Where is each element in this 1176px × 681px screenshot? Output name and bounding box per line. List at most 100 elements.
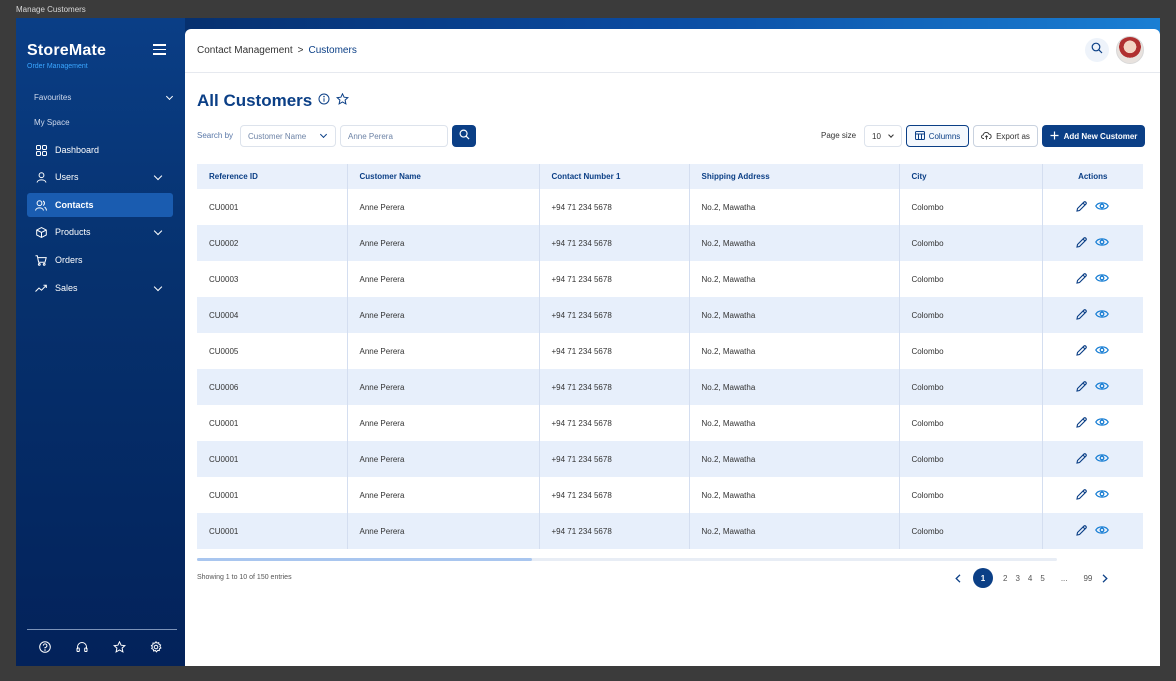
view-eye-icon[interactable] xyxy=(1095,273,1110,285)
cell-contact-number: +94 71 234 5678 xyxy=(539,477,690,513)
cloud-upload-icon xyxy=(981,131,992,142)
edit-pencil-icon[interactable] xyxy=(1076,524,1087,538)
sidebar-item-label: Contacts xyxy=(55,200,94,210)
edit-pencil-icon[interactable] xyxy=(1076,452,1087,466)
table-row[interactable]: CU0004 Anne Perera +94 71 234 5678 No.2, Ma… xyxy=(197,297,1143,333)
view-eye-icon[interactable] xyxy=(1095,525,1110,537)
edit-pencil-icon[interactable] xyxy=(1076,380,1087,394)
next-page-button[interactable] xyxy=(1102,573,1109,583)
horizontal-scrollbar[interactable] xyxy=(197,558,1057,561)
column-header-reference-id[interactable]: Reference ID xyxy=(197,164,348,189)
edit-pencil-icon[interactable] xyxy=(1076,308,1087,322)
cart-icon xyxy=(35,254,47,266)
page-button-2[interactable]: 2 xyxy=(1003,574,1007,583)
sidebar-item-orders[interactable]: Orders xyxy=(27,248,173,272)
edit-pencil-icon[interactable] xyxy=(1076,272,1087,286)
edit-pencil-icon[interactable] xyxy=(1076,344,1087,358)
sidebar-item-users[interactable]: Users xyxy=(27,165,173,189)
search-submit-button[interactable] xyxy=(452,125,476,147)
brand-logo[interactable]: StoreMate Order Management xyxy=(27,42,106,70)
filter-toolbar: Search by Customer Name Page size 10 xyxy=(197,125,1145,147)
table-row[interactable]: CU0001 Anne Perera +94 71 234 5678 No.2, Ma… xyxy=(197,477,1143,513)
page-button-last[interactable]: 99 xyxy=(1083,574,1092,583)
cell-actions xyxy=(1042,405,1143,441)
column-header-city[interactable]: City xyxy=(899,164,1043,189)
star-icon[interactable] xyxy=(112,640,126,654)
scrollbar-thumb[interactable] xyxy=(197,558,533,561)
page-button-5[interactable]: 5 xyxy=(1040,574,1044,583)
cell-shipping-address: No.2, Mawatha xyxy=(689,369,900,405)
table-row[interactable]: CU0003 Anne Perera +94 71 234 5678 No.2, Ma… xyxy=(197,261,1143,297)
cell-contact-number: +94 71 234 5678 xyxy=(539,369,690,405)
sidebar-item-label: Users xyxy=(55,172,79,182)
cell-shipping-address: No.2, Mawatha xyxy=(689,189,900,225)
pagination: 1 2 3 4 5 ... 99 xyxy=(949,568,1114,588)
sidebar-item-contacts[interactable]: Contacts xyxy=(27,193,173,217)
page-button-4[interactable]: 4 xyxy=(1028,574,1032,583)
favourites-label: Favourites xyxy=(34,93,72,102)
customers-table: Reference ID Customer Name Contact Numbe… xyxy=(197,164,1143,549)
gear-icon[interactable] xyxy=(149,640,163,654)
cell-city: Colombo xyxy=(899,477,1043,513)
table-row[interactable]: CU0001 Anne Perera +94 71 234 5678 No.2, Ma… xyxy=(197,513,1143,549)
cell-city: Colombo xyxy=(899,405,1043,441)
favorite-star-icon[interactable] xyxy=(336,92,350,110)
sidebar-item-label: Dashboard xyxy=(55,145,100,155)
search-field-select[interactable]: Customer Name xyxy=(240,125,336,147)
column-header-shipping-address[interactable]: Shipping Address xyxy=(689,164,900,189)
edit-pencil-icon[interactable] xyxy=(1076,416,1087,430)
sidebar-item-products[interactable]: Products xyxy=(27,220,173,244)
view-eye-icon[interactable] xyxy=(1095,309,1110,321)
cell-actions xyxy=(1042,369,1143,405)
view-eye-icon[interactable] xyxy=(1095,381,1110,393)
cell-actions xyxy=(1042,477,1143,513)
favourites-section[interactable]: Favourites xyxy=(34,92,174,102)
edit-pencil-icon[interactable] xyxy=(1076,236,1087,250)
edit-pencil-icon[interactable] xyxy=(1076,200,1087,214)
prev-page-button[interactable] xyxy=(955,573,961,583)
cell-reference-id: CU0006 xyxy=(197,369,348,405)
breadcrumb-current[interactable]: Customers xyxy=(308,45,356,56)
table-row[interactable]: CU0001 Anne Perera +94 71 234 5678 No.2, Ma… xyxy=(197,441,1143,477)
table-row[interactable]: CU0002 Anne Perera +94 71 234 5678 No.2, Ma… xyxy=(197,225,1143,261)
search-button[interactable] xyxy=(1085,38,1109,62)
table-row[interactable]: CU0005 Anne Perera +94 71 234 5678 No.2, Ma… xyxy=(197,333,1143,369)
view-eye-icon[interactable] xyxy=(1095,345,1110,357)
cell-contact-number: +94 71 234 5678 xyxy=(539,189,690,225)
view-eye-icon[interactable] xyxy=(1095,237,1110,249)
add-customer-button[interactable]: Add New Customer xyxy=(1042,125,1145,147)
cell-reference-id: CU0004 xyxy=(197,297,348,333)
headset-icon[interactable] xyxy=(75,640,89,654)
breadcrumb-separator: > xyxy=(297,45,304,56)
column-header-contact-number[interactable]: Contact Number 1 xyxy=(539,164,690,189)
cell-shipping-address: No.2, Mawatha xyxy=(689,297,900,333)
table-row[interactable]: CU0001 Anne Perera +94 71 234 5678 No.2, Ma… xyxy=(197,189,1143,225)
view-eye-icon[interactable] xyxy=(1095,489,1110,501)
columns-label: Columns xyxy=(928,131,961,141)
columns-button[interactable]: Columns xyxy=(906,125,969,147)
add-customer-label: Add New Customer xyxy=(1063,131,1138,141)
sidebar-item-dashboard[interactable]: Dashboard xyxy=(27,138,173,162)
breadcrumb: Contact Management > Customers xyxy=(197,45,357,56)
cell-actions xyxy=(1042,297,1143,333)
export-button[interactable]: Export as xyxy=(973,125,1038,147)
help-icon[interactable] xyxy=(38,640,52,654)
page-button-1[interactable]: 1 xyxy=(973,568,993,588)
page-size-select[interactable]: 10 xyxy=(864,125,902,147)
breadcrumb-parent[interactable]: Contact Management xyxy=(197,45,293,56)
avatar[interactable] xyxy=(1116,36,1144,64)
page-button-3[interactable]: 3 xyxy=(1015,574,1019,583)
view-eye-icon[interactable] xyxy=(1095,201,1110,213)
cell-customer-name: Anne Perera xyxy=(347,189,540,225)
view-eye-icon[interactable] xyxy=(1095,453,1110,465)
edit-pencil-icon[interactable] xyxy=(1076,488,1087,502)
table-row[interactable]: CU0001 Anne Perera +94 71 234 5678 No.2, Ma… xyxy=(197,405,1143,441)
table-row[interactable]: CU0006 Anne Perera +94 71 234 5678 No.2, Ma… xyxy=(197,369,1143,405)
view-eye-icon[interactable] xyxy=(1095,417,1110,429)
sidebar-item-sales[interactable]: Sales xyxy=(27,276,173,300)
menu-icon[interactable] xyxy=(153,44,166,55)
search-input[interactable] xyxy=(340,125,448,147)
cell-reference-id: CU0003 xyxy=(197,261,348,297)
column-header-customer-name[interactable]: Customer Name xyxy=(347,164,540,189)
info-icon[interactable] xyxy=(318,92,330,110)
